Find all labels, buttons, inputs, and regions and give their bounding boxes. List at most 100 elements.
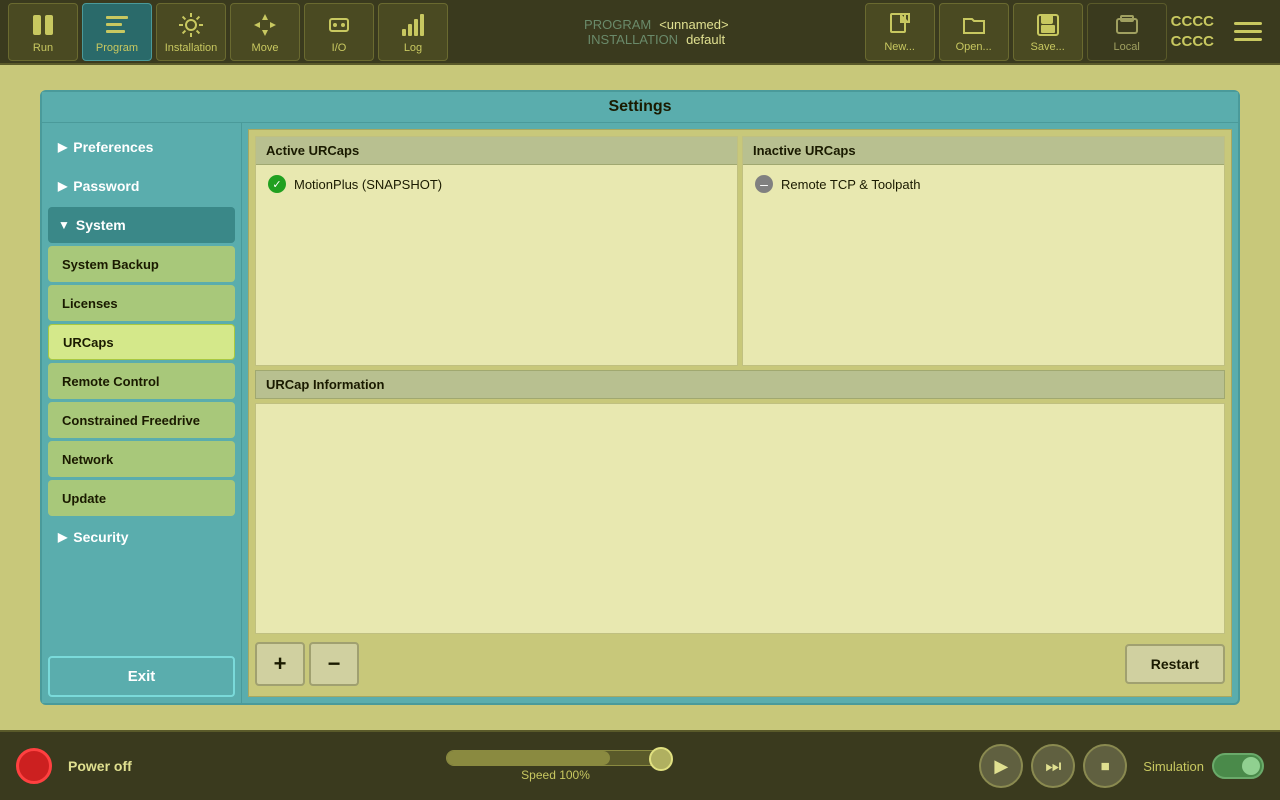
settings-body: ▶ Preferences ▶ Password ▼ System System… [42,123,1238,703]
nav-log[interactable]: Log [378,3,448,61]
sidebar-item-system-backup[interactable]: System Backup [48,246,235,282]
step-button[interactable]: ⏭ [1031,744,1075,788]
sidebar-password-label: Password [73,178,139,194]
stop-button[interactable]: ⏹ [1083,744,1127,788]
cc-line1: CCCC [1171,12,1214,32]
sidebar-item-constrained-freedrive[interactable]: Constrained Freedrive [48,402,235,438]
content-area: Active URCaps ✓ MotionPlus (SNAPSHOT) In… [248,129,1232,697]
active-check-icon: ✓ [268,175,286,193]
urcap-info-header: URCap Information [255,370,1225,399]
power-label: Power off [68,758,132,774]
active-urcaps-header: Active URCaps [256,137,737,165]
speed-slider-thumb [649,747,673,771]
nav-io[interactable]: I/O [304,3,374,61]
nav-log-label: Log [404,42,422,54]
sim-toggle-knob [1242,757,1260,775]
simulation-toggle[interactable] [1212,753,1264,779]
save-icon [1034,11,1062,39]
new-label: New... [884,41,915,53]
control-buttons: ▶ ⏭ ⏹ [979,744,1127,788]
urcaps-label: URCaps [63,335,114,350]
local-button[interactable]: Local [1087,3,1167,61]
network-label: Network [62,452,113,467]
open-button[interactable]: Open... [939,3,1009,61]
log-icon [398,10,428,40]
step-icon: ⏭ [1045,756,1061,777]
chevron-right-icon: ▶ [58,179,67,193]
remove-urcap-button[interactable]: − [309,642,359,686]
sidebar-sub-system: System Backup Licenses URCaps Remote Con… [48,246,235,516]
io-icon [324,10,354,40]
nav-move-label: Move [252,42,279,54]
open-icon [960,11,988,39]
simulation-label: Simulation [1143,759,1204,774]
nav-io-label: I/O [332,42,347,54]
settings-panel: Settings ▶ Preferences ▶ Password ▼ Syst… [40,90,1240,705]
cc-display: CCCC CCCC [1171,12,1214,51]
right-buttons: New... Open... Save... Local CC [865,3,1272,61]
local-label: Local [1114,41,1140,53]
action-bar: + − Restart [255,638,1225,690]
nav-move[interactable]: Move [230,3,300,61]
play-button[interactable]: ▶ [979,744,1023,788]
exit-button[interactable]: Exit [48,656,235,697]
power-button[interactable] [16,748,52,784]
nav-installation[interactable]: Installation [156,3,226,61]
play-icon: ▶ [994,756,1008,777]
sidebar-item-preferences[interactable]: ▶ Preferences [48,129,235,165]
cc-line2: CCCC [1171,32,1214,52]
program-value: <unnamed> [659,17,728,32]
sidebar-item-security[interactable]: ▶ Security [48,519,235,555]
nav-run[interactable]: Run [8,3,78,61]
save-button[interactable]: Save... [1013,3,1083,61]
add-urcap-button[interactable]: + [255,642,305,686]
licenses-label: Licenses [62,296,118,311]
system-backup-label: System Backup [62,257,159,272]
save-label: Save... [1031,41,1065,53]
sidebar-item-password[interactable]: ▶ Password [48,168,235,204]
installation-value: default [686,32,725,47]
inactive-dash-icon: – [755,175,773,193]
motionplus-label: MotionPlus (SNAPSHOT) [294,177,442,192]
new-icon [886,11,914,39]
sidebar: ▶ Preferences ▶ Password ▼ System System… [42,123,242,703]
speed-label: Speed 100% [521,768,590,782]
simulation-section: Simulation [1143,753,1264,779]
inactive-urcaps-body: – Remote TCP & Toolpath [743,165,1224,365]
speed-slider[interactable] [446,750,666,766]
settings-title: Settings [42,92,1238,123]
sidebar-item-urcaps[interactable]: URCaps [48,324,235,360]
nav-program[interactable]: Program [82,3,152,61]
active-urcaps-box: Active URCaps ✓ MotionPlus (SNAPSHOT) [255,136,738,366]
run-icon [28,10,58,40]
constrained-freedrive-label: Constrained Freedrive [62,413,200,428]
chevron-down-icon: ▼ [58,218,70,232]
program-info: PROGRAM <unnamed> INSTALLATION default [448,17,865,47]
nav-installation-label: Installation [165,42,218,54]
restart-button[interactable]: Restart [1125,644,1225,684]
top-bar: Run Program Installation [0,0,1280,65]
sidebar-preferences-label: Preferences [73,139,153,155]
inactive-urcaps-box: Inactive URCaps – Remote TCP & Toolpath [742,136,1225,366]
hamburger-menu[interactable] [1224,12,1272,51]
bottom-bar: Power off Speed 100% ▶ ⏭ ⏹ Simulation [0,730,1280,800]
speed-slider-fill [447,751,611,765]
update-label: Update [62,491,106,506]
urcaps-section: Active URCaps ✓ MotionPlus (SNAPSHOT) In… [255,136,1225,366]
sidebar-item-licenses[interactable]: Licenses [48,285,235,321]
urcap-item-remote-tcp[interactable]: – Remote TCP & Toolpath [749,171,1218,197]
program-label: PROGRAM [584,17,651,32]
sidebar-item-update[interactable]: Update [48,480,235,516]
local-icon [1113,11,1141,39]
sidebar-system-label: System [76,217,126,233]
chevron-right-icon: ▶ [58,530,67,544]
speed-section: Speed 100% [148,750,964,782]
main-area: Settings ▶ Preferences ▶ Password ▼ Syst… [0,65,1280,730]
installation-icon [176,10,206,40]
sidebar-item-remote-control[interactable]: Remote Control [48,363,235,399]
sidebar-item-system[interactable]: ▼ System [48,207,235,243]
urcap-item-motionplus[interactable]: ✓ MotionPlus (SNAPSHOT) [262,171,731,197]
nav-program-label: Program [96,42,138,54]
new-button[interactable]: New... [865,3,935,61]
sidebar-item-network[interactable]: Network [48,441,235,477]
